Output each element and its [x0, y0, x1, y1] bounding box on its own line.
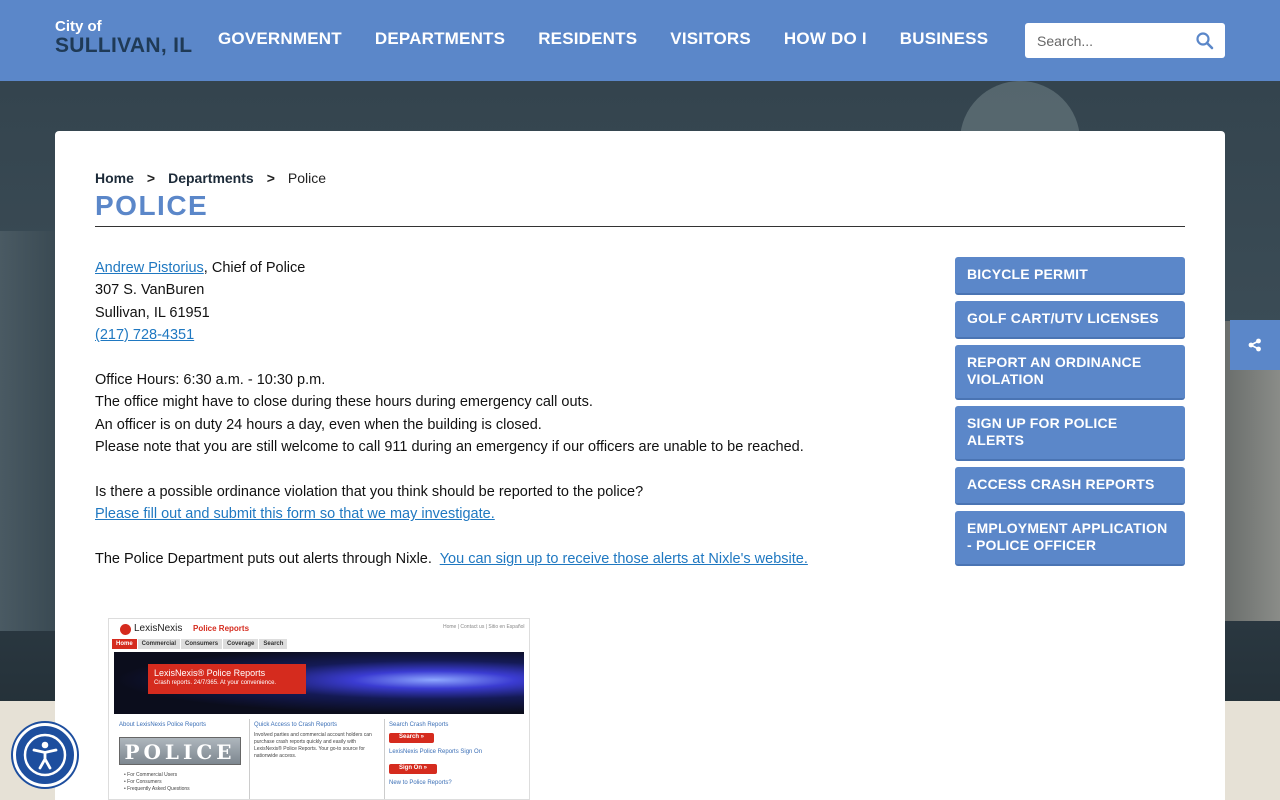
breadcrumb-separator: > [146, 170, 156, 186]
accessibility-button[interactable] [13, 723, 77, 787]
breadcrumb: Home > Departments > Police [95, 170, 326, 186]
employment-application-button[interactable]: EMPLOYMENT APPLICATION - POLICE OFFICER [955, 511, 1185, 566]
main-nav: GOVERNMENT DEPARTMENTS RESIDENTS VISITOR… [218, 29, 1021, 49]
content-card: Home > Departments > Police POLICE Andre… [55, 131, 1225, 800]
nav-how-do-i[interactable]: HOW DO I [784, 29, 867, 49]
lexis-police-sign: POLICE [119, 737, 241, 765]
breadcrumb-home[interactable]: Home [95, 170, 134, 186]
lexis-tab: Search [259, 639, 288, 649]
lexis-banner-subtitle: Crash reports. 24/7/365. At your conveni… [154, 680, 277, 686]
lexis-logo-icon [120, 624, 131, 635]
lexis-tab: Coverage [223, 639, 259, 649]
bicycle-permit-button[interactable]: BICYCLE PERMIT [955, 257, 1185, 295]
address-line-1: 307 S. VanBuren [95, 282, 205, 299]
lexis-banner: LexisNexis® Police Reports Crash reports… [114, 652, 524, 714]
nixle-text: The Police Department puts out alerts th… [95, 551, 432, 568]
lexis-top-bar: LexisNexis Police Reports Home | Contact… [109, 619, 529, 637]
nixle-link[interactable]: You can sign up to receive those alerts … [440, 551, 808, 567]
chief-line: Andrew Pistorius, Chief of Police [95, 257, 875, 279]
crash-reports-button[interactable]: ACCESS CRASH REPORTS [955, 467, 1185, 505]
lexis-signin-button: Sign On » [389, 764, 438, 774]
page-body: Andrew Pistorius, Chief of Police 307 S.… [95, 257, 875, 571]
share-button[interactable] [1230, 320, 1280, 370]
report-ordinance-violation-button[interactable]: REPORT AN ORDINANCE VIOLATION [955, 345, 1185, 400]
nav-residents[interactable]: RESIDENTS [538, 29, 637, 49]
hours-note-2: An officer is on duty 24 hours a day, ev… [95, 416, 542, 433]
breadcrumb-current: Police [287, 170, 327, 186]
page-title: POLICE [95, 190, 209, 221]
lexis-col2-text: Involved parties and commercial account … [254, 732, 372, 759]
lexis-logo-text: LexisNexis [134, 623, 183, 634]
police-alerts-button[interactable]: SIGN UP FOR POLICE ALERTS [955, 406, 1185, 461]
lexis-banner-title: LexisNexis® Police Reports [154, 668, 266, 678]
lexis-col1-links: • For Commercial Users • For Consumers •… [124, 772, 190, 792]
lexis-signin-title: LexisNexis Police Reports Sign On [389, 749, 483, 755]
background-building-left [0, 231, 55, 631]
nav-business[interactable]: BUSINESS [900, 29, 989, 49]
breadcrumb-separator: > [266, 170, 275, 186]
share-icon [1248, 338, 1261, 352]
logo-city-name: SULLIVAN, IL [55, 34, 193, 57]
chief-title: , Chief of Police [203, 260, 306, 276]
golf-cart-licenses-button[interactable]: GOLF CART/UTV LICENSES [955, 301, 1185, 339]
accessibility-icon [23, 733, 67, 777]
lexis-search-button: Search » [389, 733, 435, 743]
office-hours: Office Hours: 6:30 a.m. - 10:30 p.m. [95, 372, 326, 389]
site-header: City of SULLIVAN, IL GOVERNMENT DEPARTME… [0, 0, 1280, 81]
chief-name-link[interactable]: Andrew Pistorius [95, 260, 204, 276]
lexis-tab: Consumers [181, 639, 223, 649]
lexis-banner-badge: LexisNexis® Police Reports Crash reports… [148, 664, 306, 694]
lexis-col3-title: Search Crash Reports [389, 722, 449, 728]
phone-link[interactable]: (217) 728-4351 [95, 327, 194, 343]
lexis-tab: Commercial [137, 639, 181, 649]
nav-visitors[interactable]: VISITORS [670, 29, 751, 49]
title-divider [95, 226, 1185, 227]
nav-government[interactable]: GOVERNMENT [218, 29, 342, 49]
address-line-2: Sullivan, IL 61951 [95, 304, 210, 321]
logo-city-of: City of [55, 18, 102, 35]
search-input[interactable] [1025, 23, 1190, 58]
site-logo[interactable]: City of SULLIVAN, IL [55, 18, 192, 57]
hours-note-3: Please note that you are still welcome t… [95, 439, 804, 456]
nav-departments[interactable]: DEPARTMENTS [375, 29, 505, 49]
lexis-tabs: Home Commercial Consumers Coverage Searc… [112, 639, 288, 649]
search-box [1025, 23, 1225, 58]
lexis-divider [384, 719, 385, 799]
lexis-col1-title: About LexisNexis Police Reports [119, 722, 207, 728]
lexis-new-title: New to Police Reports? [389, 780, 452, 786]
lexis-top-links: Home | Contact us | Sitio en Español [443, 624, 525, 630]
lexis-divider [249, 719, 250, 799]
lexis-tab: Home [112, 639, 137, 649]
search-icon[interactable] [1195, 31, 1215, 51]
ordinance-question: Is there a possible ordinance violation … [95, 484, 644, 501]
lexis-col2-title: Quick Access to Crash Reports [254, 722, 338, 728]
nixle-line: The Police Department puts out alerts th… [95, 548, 875, 570]
lexisnexis-police-reports-image[interactable]: LexisNexis Police Reports Home | Contact… [108, 618, 530, 800]
ordinance-form-link[interactable]: Please fill out and submit this form so … [95, 506, 495, 522]
lexis-brand: Police Reports [193, 624, 250, 633]
hours-note-1: The office might have to close during th… [95, 394, 593, 411]
quick-links: BICYCLE PERMIT GOLF CART/UTV LICENSES RE… [955, 257, 1185, 572]
breadcrumb-departments[interactable]: Departments [168, 170, 254, 186]
